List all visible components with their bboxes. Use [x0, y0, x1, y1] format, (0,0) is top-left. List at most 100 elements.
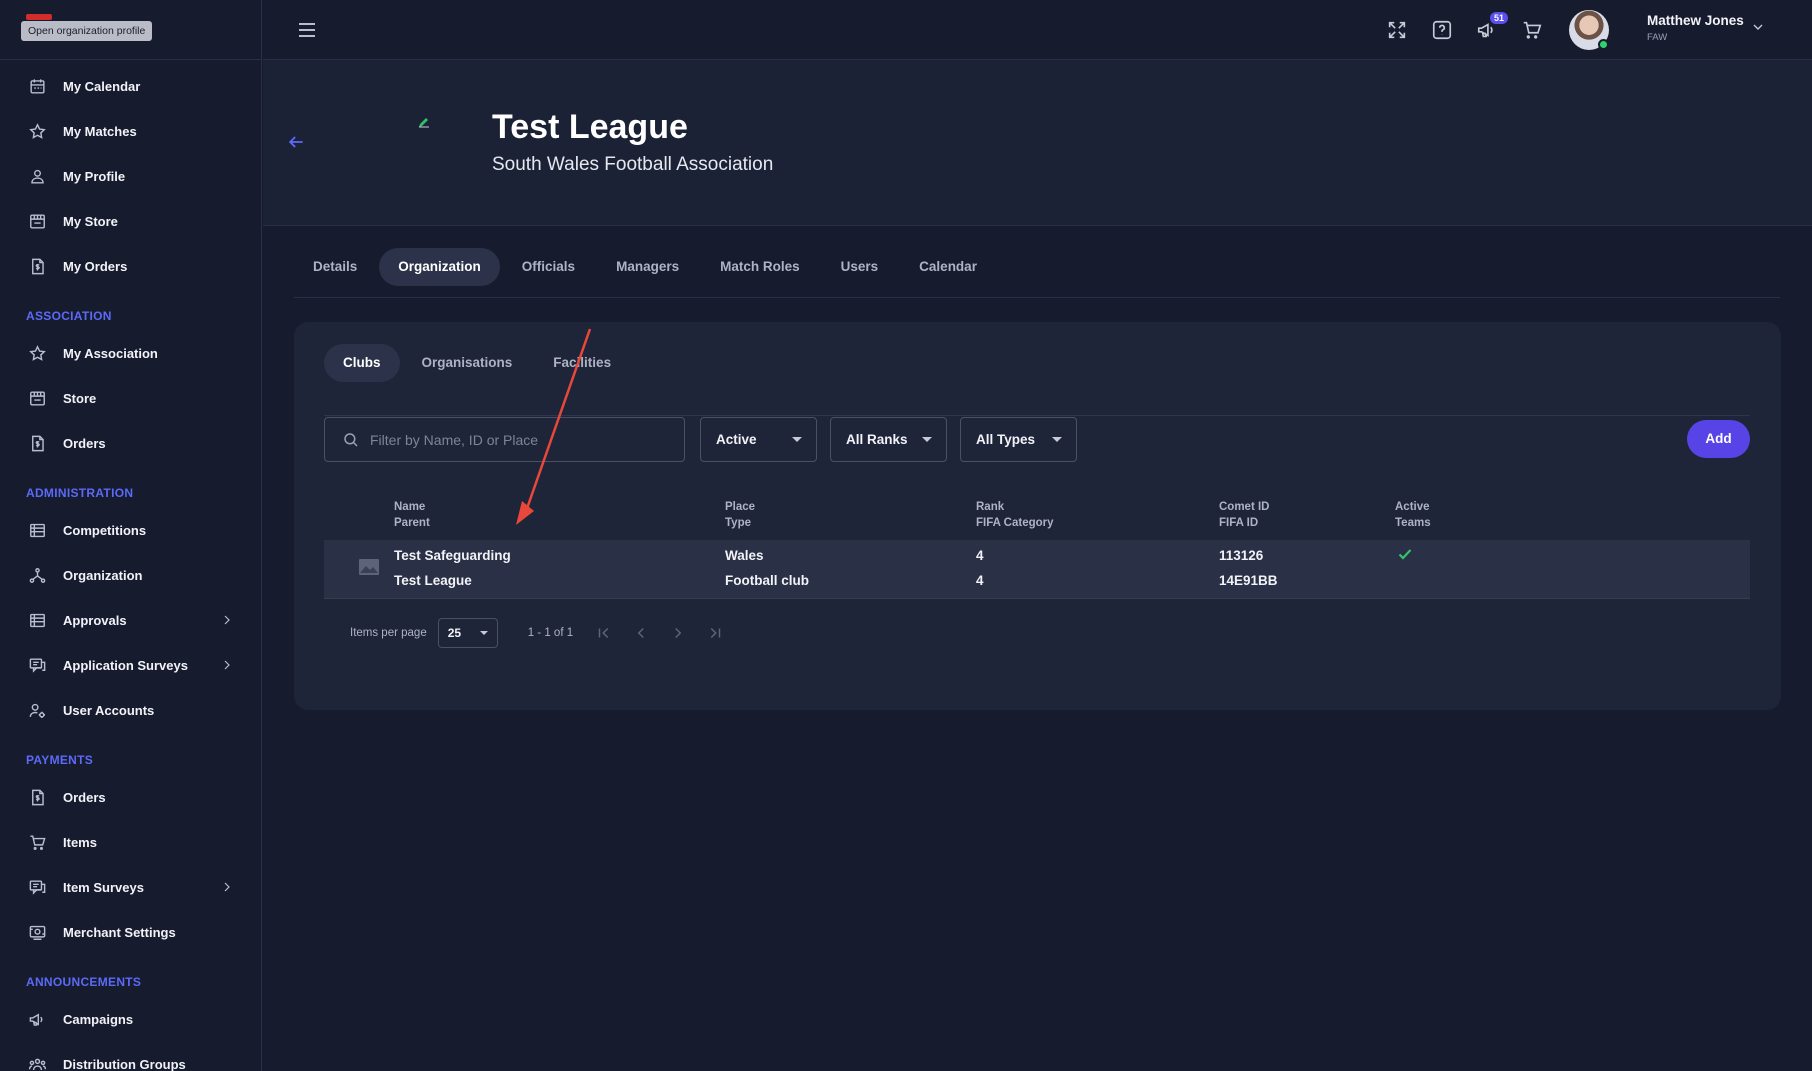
search-input[interactable] — [370, 418, 670, 461]
previous-page-icon[interactable] — [628, 620, 654, 646]
page-size-select[interactable]: 25 — [437, 618, 498, 648]
organization-card: ClubsOrganisationsFacilities Active All … — [294, 322, 1781, 710]
fullscreen-icon[interactable] — [1384, 17, 1410, 43]
person-icon — [26, 166, 48, 188]
sidebar-item-label: Organization — [63, 568, 143, 583]
status-select-value: Active — [716, 432, 757, 447]
tab-managers[interactable]: Managers — [597, 248, 698, 286]
club-name[interactable]: Test Safeguarding — [394, 548, 511, 563]
sub-tabs: Clubs Organisations Facilities — [324, 344, 1750, 416]
sidebar-item-my-matches[interactable]: My Matches — [0, 109, 261, 154]
table-row[interactable]: Test Safeguarding Test League Wales Foot… — [324, 540, 1750, 599]
list-icon — [26, 520, 48, 542]
organization-logo[interactable] — [26, 14, 52, 20]
sidebar-item-store[interactable]: Store — [0, 376, 261, 421]
calendar-icon — [26, 76, 48, 98]
sidebar-item-competitions[interactable]: Competitions — [0, 508, 261, 553]
sidebar-item-label: My Matches — [63, 124, 137, 139]
user-avatar[interactable] — [1569, 10, 1609, 50]
user-name[interactable]: Matthew Jones — [1647, 13, 1744, 28]
group-icon — [26, 1054, 48, 1071]
sidebar-item-label: Store — [63, 391, 97, 406]
dropdown-caret-icon — [479, 631, 488, 635]
notification-count-badge: 51 — [1489, 12, 1508, 24]
chevron-right-icon[interactable] — [219, 612, 235, 628]
survey-icon — [26, 877, 48, 899]
sidebar-item-orders[interactable]: Orders — [0, 421, 261, 466]
sidebar-item-organization[interactable]: Organization — [0, 553, 261, 598]
tab-match-roles[interactable]: Match Roles — [701, 248, 819, 286]
hierarchy-icon — [26, 565, 48, 587]
notifications-megaphone-icon[interactable]: 51 — [1474, 12, 1508, 43]
column-header-comet-id[interactable]: Comet ID FIFA ID — [1219, 499, 1269, 531]
subtab-organisations[interactable]: Organisations — [403, 344, 532, 382]
tab-users[interactable]: Users — [822, 248, 898, 286]
tab-officials[interactable]: Officials — [503, 248, 594, 286]
menu-icon[interactable] — [295, 18, 319, 42]
subtab-clubs[interactable]: Clubs — [324, 344, 400, 382]
sidebar-item-label: My Orders — [63, 259, 128, 274]
sidebar-item-my-orders[interactable]: My Orders — [0, 244, 261, 289]
tab-organization[interactable]: Organization — [379, 248, 500, 286]
sidebar: Open organization profile My Calendar My … — [0, 0, 262, 1071]
sidebar-item-application-surveys[interactable]: Application Surveys — [0, 643, 261, 688]
add-button[interactable]: Add — [1687, 420, 1750, 458]
receipt-icon — [26, 433, 48, 455]
dropdown-caret-icon — [792, 437, 802, 442]
sidebar-item-my-association[interactable]: My Association — [0, 331, 261, 376]
sidebar-item-approvals[interactable]: Approvals — [0, 598, 261, 643]
store-icon — [26, 388, 48, 410]
user-accounts-icon — [26, 700, 48, 722]
status-select[interactable]: Active — [700, 417, 817, 462]
star-icon — [26, 343, 48, 365]
cart-icon[interactable] — [1519, 17, 1545, 43]
tab-details[interactable]: Details — [294, 248, 376, 286]
chevron-down-icon[interactable] — [1750, 19, 1766, 35]
tooltip-open-organization-profile: Open organization profile — [21, 21, 153, 41]
chevron-right-icon[interactable] — [219, 657, 235, 673]
sidebar-item-item-surveys[interactable]: Item Surveys — [0, 865, 261, 910]
pagination: Items per page 25 1 - 1 of 1 — [350, 618, 739, 648]
sidebar-item-my-store[interactable]: My Store — [0, 199, 261, 244]
next-page-icon[interactable] — [665, 620, 691, 646]
sidebar-item-label: Orders — [63, 436, 106, 451]
sidebar-item-my-calendar[interactable]: My Calendar — [0, 64, 261, 109]
first-page-icon[interactable] — [591, 620, 617, 646]
receipt-icon — [26, 787, 48, 809]
column-header-rank[interactable]: Rank FIFA Category — [976, 499, 1054, 531]
tab-calendar[interactable]: Calendar — [900, 248, 996, 286]
sidebar-item-label: Approvals — [63, 613, 127, 628]
last-page-icon[interactable] — [702, 620, 728, 646]
sidebar-item-orders[interactable]: Orders — [0, 775, 261, 820]
survey-icon — [26, 655, 48, 677]
column-header-name[interactable]: Name Parent — [394, 499, 430, 531]
sidebar-item-items[interactable]: Items — [0, 820, 261, 865]
main-tabs: Details Organization Officials Managers Matc… — [294, 248, 1780, 298]
subtab-facilities[interactable]: Facilities — [534, 344, 630, 382]
column-header-active[interactable]: Active Teams — [1395, 499, 1431, 531]
sidebar-item-user-accounts[interactable]: User Accounts — [0, 688, 261, 733]
sidebar-item-label: Application Surveys — [63, 658, 188, 673]
club-fifa-id: 14E91BB — [1219, 573, 1278, 588]
sidebar-item-distribution-groups[interactable]: Distribution Groups — [0, 1042, 261, 1071]
rank-select[interactable]: All Ranks — [830, 417, 947, 462]
chevron-right-icon[interactable] — [219, 879, 235, 895]
column-header-place[interactable]: Place Type — [725, 499, 755, 531]
back-arrow-icon[interactable] — [286, 132, 306, 152]
sidebar-section-announcements: ANNOUNCEMENTS — [26, 975, 142, 989]
help-icon[interactable] — [1429, 17, 1455, 43]
edit-logo-icon[interactable] — [417, 115, 431, 129]
sidebar-item-merchant-settings[interactable]: Merchant Settings — [0, 910, 261, 955]
sidebar-item-campaigns[interactable]: Campaigns — [0, 997, 261, 1042]
page-header: Test League South Wales Football Associa… — [263, 60, 1812, 226]
dropdown-caret-icon — [1052, 437, 1062, 442]
page-title: Test League — [492, 108, 688, 146]
sidebar-item-label: Competitions — [63, 523, 147, 538]
sidebar-item-my-profile[interactable]: My Profile — [0, 154, 261, 199]
sidebar-section-payments: PAYMENTS — [26, 753, 94, 767]
club-fifa-category: 4 — [976, 573, 984, 588]
type-select[interactable]: All Types — [960, 417, 1077, 462]
search-field[interactable] — [324, 417, 685, 462]
sidebar-section-association: ASSOCIATION — [26, 309, 112, 323]
sidebar-item-label: Merchant Settings — [63, 925, 176, 940]
